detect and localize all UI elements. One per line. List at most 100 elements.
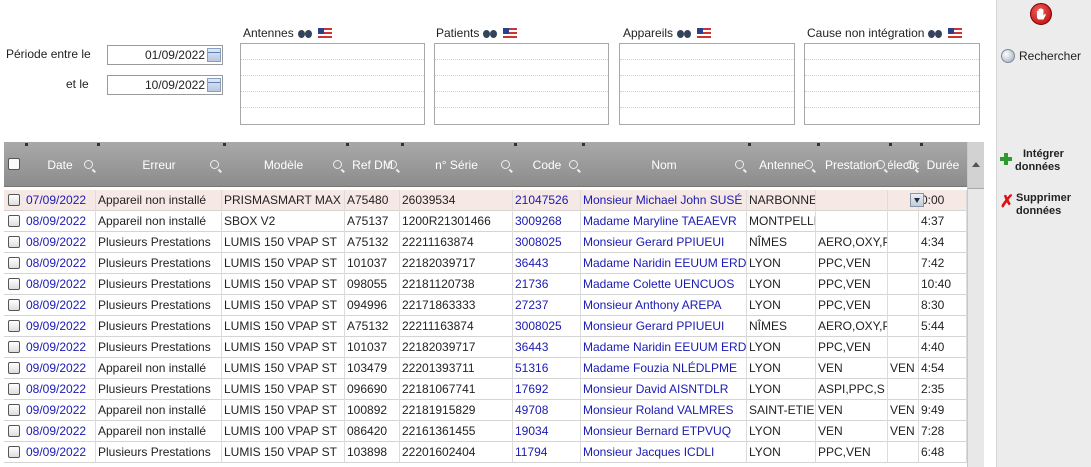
table-row[interactable]: 08/09/2022 Plusieurs Prestations LUMIS 150… (4, 253, 967, 274)
cell-nom[interactable]: Madame Colette UENCUOS (581, 274, 747, 295)
cell-date[interactable]: 08/09/2022 (24, 232, 96, 253)
row-checkbox[interactable] (8, 425, 20, 437)
table-row[interactable]: 08/09/2022 Appareil non installé LUMIS 100… (4, 421, 967, 442)
filter-list-patients[interactable] (434, 43, 609, 125)
row-checkbox[interactable] (8, 236, 20, 248)
cell-nom[interactable]: Monsieur Bernard ETPVUQ (581, 421, 747, 442)
flag-icon[interactable] (948, 28, 963, 38)
filter-search-icon[interactable] (210, 160, 219, 169)
resize-handle[interactable] (346, 143, 349, 146)
cell-nom[interactable]: Madame Naridin EEUUM ERD (581, 337, 747, 358)
table-row[interactable]: 08/09/2022 Plusieurs Prestations LUMIS 150… (4, 232, 967, 253)
resize-handle[interactable] (748, 143, 751, 146)
table-row[interactable]: 09/09/2022 Plusieurs Prestations LUMIS 150… (4, 337, 967, 358)
column-header-nom[interactable]: Nom (581, 142, 747, 187)
search-button[interactable]: Rechercher (1001, 49, 1081, 63)
binoculars-icon[interactable] (483, 28, 498, 39)
filter-search-icon[interactable] (84, 160, 93, 169)
filter-search-icon[interactable] (333, 160, 342, 169)
table-row[interactable]: 09/09/2022 Appareil non installé LUMIS 150… (4, 400, 967, 421)
cell-nom[interactable]: Madame Naridin EEUUM ERD (581, 253, 747, 274)
row-checkbox[interactable] (8, 404, 20, 416)
binoculars-icon[interactable] (928, 28, 943, 39)
calendar-icon[interactable] (207, 78, 221, 92)
row-checkbox[interactable] (8, 194, 20, 206)
resize-handle[interactable] (97, 143, 100, 146)
resize-handle[interactable] (25, 143, 28, 146)
cell-date[interactable]: 09/09/2022 (24, 358, 96, 379)
cell-code[interactable]: 36443 (513, 337, 581, 358)
cell-nom[interactable]: Madame Fouzia NLÉDLPME (581, 358, 747, 379)
binoculars-icon[interactable] (677, 28, 692, 39)
date-from-input[interactable] (107, 45, 223, 65)
filter-list-appareils[interactable] (619, 43, 795, 125)
scroll-up-arrow[interactable] (968, 142, 984, 189)
binoculars-icon[interactable] (297, 28, 313, 39)
filter-search-icon[interactable] (804, 160, 813, 169)
row-checkbox[interactable] (8, 446, 20, 458)
filter-search-icon[interactable] (735, 160, 744, 169)
filter-list-cause[interactable] (804, 43, 980, 125)
filter-list-antennes[interactable] (240, 43, 425, 125)
cell-date[interactable]: 08/09/2022 (24, 379, 96, 400)
cell-nom[interactable]: Monsieur Gerard PPIUEUI (581, 232, 747, 253)
cell-code[interactable]: 19034 (513, 421, 581, 442)
table-row[interactable]: 07/09/2022 Appareil non installé PRISMASMA… (4, 190, 967, 211)
column-header-prestation[interactable]: Prestation (816, 142, 888, 187)
cell-nom[interactable]: Monsieur David AISNTDLR (581, 379, 747, 400)
table-row[interactable]: 08/09/2022 Appareil non installé SBOX V2 A7… (4, 211, 967, 232)
cell-code[interactable]: 3008025 (513, 316, 581, 337)
stop-button[interactable] (1030, 3, 1052, 25)
row-checkbox[interactable] (8, 257, 20, 269)
column-header-numero-serie[interactable]: n° Série (400, 142, 513, 187)
cell-date[interactable]: 08/09/2022 (24, 211, 96, 232)
cell-date[interactable]: 09/09/2022 (24, 442, 96, 463)
column-header-ref-dm[interactable]: Ref DM (345, 142, 400, 187)
cell-code[interactable]: 21047526 (513, 190, 581, 211)
row-checkbox[interactable] (8, 383, 20, 395)
flag-icon[interactable] (697, 28, 712, 38)
cell-date[interactable]: 08/09/2022 (24, 253, 96, 274)
filter-search-icon[interactable] (388, 160, 397, 169)
filter-search-icon[interactable] (569, 160, 578, 169)
table-row[interactable]: 08/09/2022 Plusieurs Prestations LUMIS 150… (4, 295, 967, 316)
calendar-icon[interactable] (207, 48, 221, 62)
resize-handle[interactable] (514, 143, 517, 146)
cell-code[interactable]: 36443 (513, 253, 581, 274)
cell-code[interactable]: 11794 (513, 442, 581, 463)
column-header-modele[interactable]: Modèle (222, 142, 345, 187)
cell-nom[interactable]: Madame Maryline TAEAEVR (581, 211, 747, 232)
column-header-antenne[interactable]: Antenne (747, 142, 816, 187)
filter-search-icon[interactable] (501, 160, 510, 169)
cell-nom[interactable]: Monsieur Jacques ICDLI (581, 442, 747, 463)
date-to-input[interactable] (107, 75, 223, 95)
cell-code[interactable]: 49708 (513, 400, 581, 421)
table-row[interactable]: 08/09/2022 Plusieurs Prestations LUMIS 150… (4, 274, 967, 295)
column-header-selection[interactable]: Sélection (888, 142, 919, 187)
cell-code[interactable]: 17692 (513, 379, 581, 400)
cell-code[interactable]: 21736 (513, 274, 581, 295)
row-checkbox[interactable] (8, 320, 20, 332)
cell-date[interactable]: 09/09/2022 (24, 337, 96, 358)
row-checkbox[interactable] (8, 362, 20, 374)
column-header-erreur[interactable]: Erreur (96, 142, 222, 187)
grid-vertical-scrollbar[interactable] (967, 142, 984, 467)
table-row[interactable]: 09/09/2022 Appareil non installé LUMIS 150… (4, 358, 967, 379)
filter-search-icon[interactable] (907, 160, 916, 169)
resize-handle[interactable] (582, 143, 585, 146)
cell-date[interactable]: 09/09/2022 (24, 316, 96, 337)
resize-handle[interactable] (817, 143, 820, 146)
cell-date[interactable]: 09/09/2022 (24, 400, 96, 421)
cell-nom[interactable]: Monsieur Gerard PPIUEUI (581, 316, 747, 337)
resize-handle[interactable] (889, 143, 892, 146)
row-checkbox[interactable] (8, 299, 20, 311)
cell-code[interactable]: 3008025 (513, 232, 581, 253)
cell-nom[interactable]: Monsieur Anthony AREPA (581, 295, 747, 316)
flag-icon[interactable] (317, 28, 332, 38)
flag-icon[interactable] (503, 28, 518, 38)
cell-code[interactable]: 3009268 (513, 211, 581, 232)
integrate-data-button[interactable]: Intégrer données (999, 148, 1064, 174)
selection-dropdown[interactable] (910, 193, 924, 207)
cell-date[interactable]: 07/09/2022 (24, 190, 96, 211)
cell-code[interactable]: 51316 (513, 358, 581, 379)
